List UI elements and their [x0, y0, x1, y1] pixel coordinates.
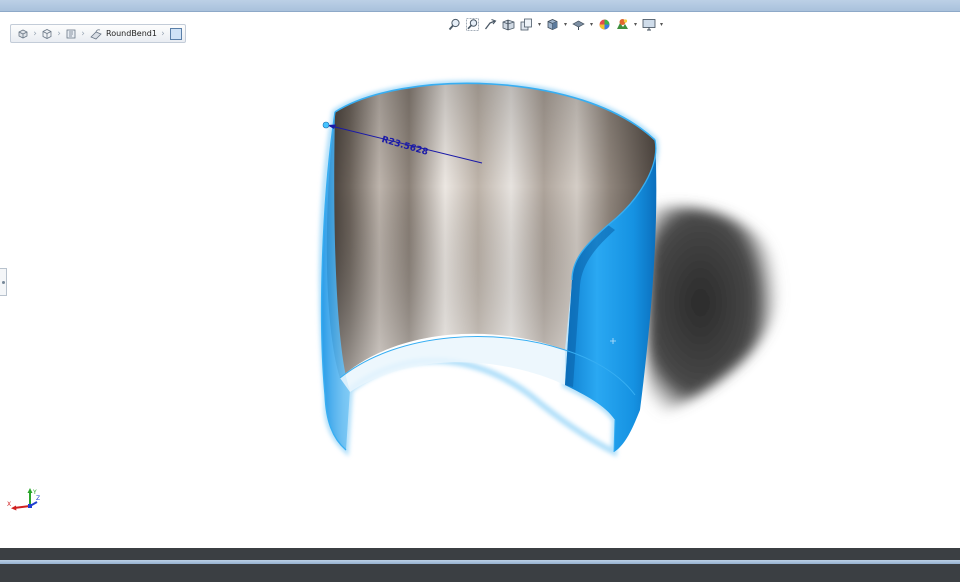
breadcrumb-item-sheetmetal[interactable]: [62, 25, 80, 42]
window-top-strip: [0, 0, 960, 12]
sheetmetal-icon: [66, 29, 76, 38]
section-view-button[interactable]: [501, 17, 516, 32]
zoom-to-fit-icon: [448, 18, 460, 30]
breadcrumb-item-roundbend[interactable]: RoundBend1: [86, 25, 160, 42]
bottom-tab-bar: [0, 548, 960, 582]
dynamic-annotation-button[interactable]: [519, 17, 534, 32]
cube-icon: [42, 28, 52, 39]
breadcrumb-label: RoundBend1: [106, 29, 157, 38]
part-icon: [18, 29, 28, 38]
display-style-icon: [572, 20, 585, 30]
selection-box-icon[interactable]: [169, 27, 182, 40]
edit-appearance-icon: [599, 19, 610, 29]
previous-view-icon: [484, 18, 497, 29]
previous-view-button[interactable]: [483, 17, 498, 32]
heads-up-view-toolbar: ▾ ▾ ▾ ▾ ▾: [447, 15, 664, 33]
view-orientation-dropdown[interactable]: ▾: [563, 17, 568, 32]
breadcrumb: › › › RoundBend1 ›: [10, 24, 186, 43]
breadcrumb-separator: ›: [161, 28, 165, 39]
view-settings-button[interactable]: [641, 17, 656, 32]
display-style-button[interactable]: [571, 17, 586, 32]
collapse-handle-icon: [1, 280, 5, 284]
apply-scene-button[interactable]: [615, 17, 630, 32]
zoom-to-area-icon: [466, 17, 479, 31]
zoom-to-fit-button[interactable]: [447, 17, 462, 32]
graphics-area[interactable]: [0, 12, 960, 548]
display-style-dropdown[interactable]: ▾: [589, 17, 594, 32]
edit-appearance-button[interactable]: [597, 17, 612, 32]
bottom-accent-line: [0, 560, 960, 564]
triad-x-label: X: [7, 501, 11, 508]
breadcrumb-item-body[interactable]: [38, 25, 56, 42]
apply-scene-dropdown[interactable]: ▾: [633, 17, 638, 32]
section-view-icon: [502, 19, 515, 30]
view-orientation-button[interactable]: [545, 17, 560, 32]
view-orientation-icon: [547, 18, 558, 30]
view-settings-dropdown[interactable]: ▾: [659, 17, 664, 32]
zoom-to-area-button[interactable]: [465, 17, 480, 32]
feature-manager-collapse-tab[interactable]: [0, 268, 7, 296]
apply-scene-icon: [617, 18, 628, 29]
reference-triad: Y X Z: [7, 488, 40, 511]
breadcrumb-item-part[interactable]: [14, 25, 32, 42]
dynamic-annotation-icon: [520, 18, 532, 30]
view-settings-icon: [642, 18, 655, 30]
dynamic-annotation-dropdown[interactable]: ▾: [537, 17, 542, 32]
triad-z-label: Z: [36, 495, 40, 502]
round-bend-icon: [90, 28, 102, 39]
